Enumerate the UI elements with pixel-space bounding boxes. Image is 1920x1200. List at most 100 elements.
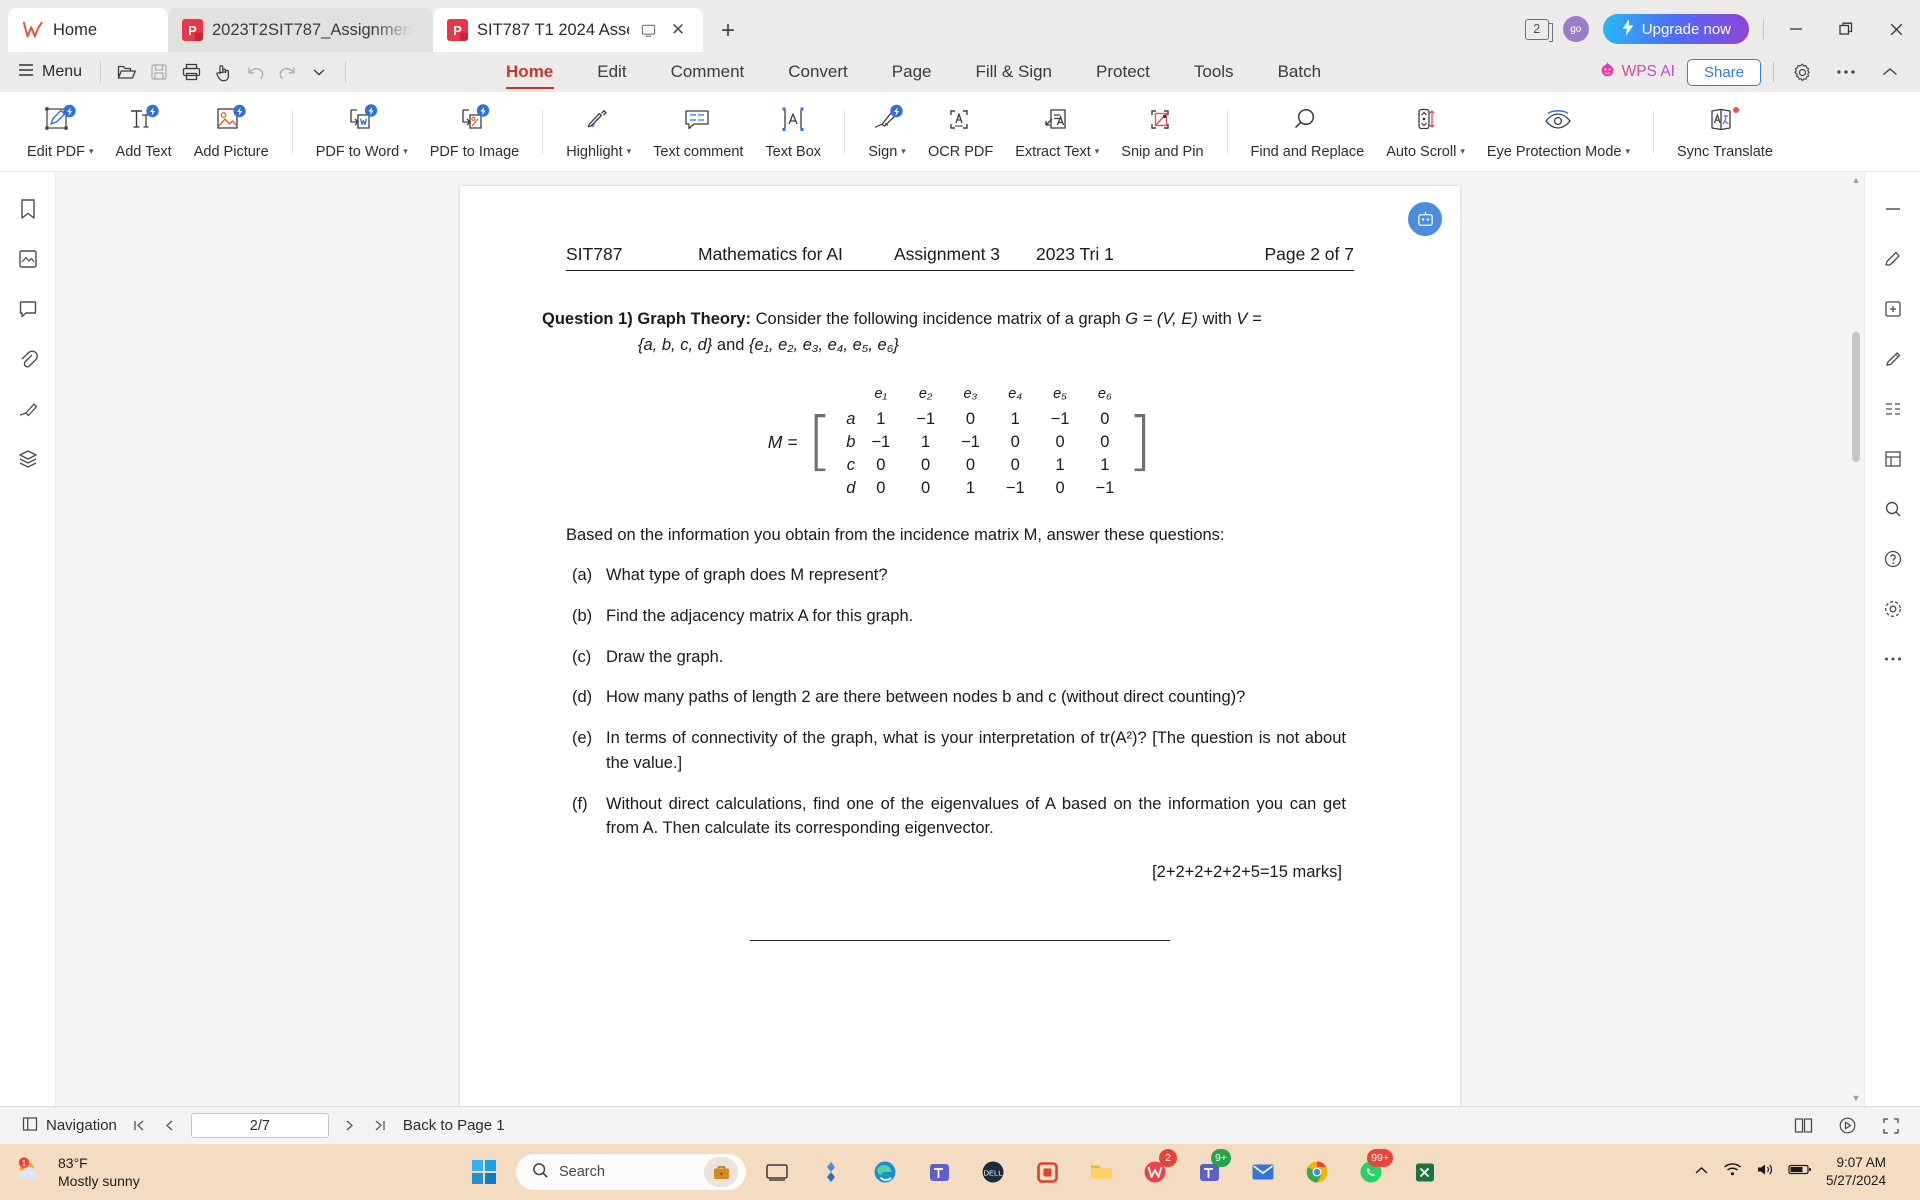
wps-ai-button[interactable]: WPS AI [1599, 61, 1675, 83]
last-page-icon[interactable] [365, 1113, 395, 1139]
chrome-icon[interactable] [1296, 1151, 1338, 1193]
edit-panel-icon[interactable] [1876, 244, 1910, 274]
explorer-icon[interactable] [1080, 1151, 1122, 1193]
excel-icon[interactable] [1404, 1151, 1446, 1193]
layers-icon[interactable] [11, 444, 45, 474]
close-icon[interactable]: ✕ [667, 19, 689, 41]
chevron-down-icon[interactable] [303, 57, 335, 87]
widgets-icon[interactable] [810, 1151, 852, 1193]
scroll-thumb[interactable] [1852, 332, 1860, 462]
upgrade-button[interactable]: Upgrade now [1602, 14, 1749, 44]
attachment-icon[interactable] [11, 344, 45, 374]
print-icon[interactable] [175, 57, 207, 87]
tab-batch[interactable]: Batch [1256, 52, 1343, 92]
office-icon[interactable] [1026, 1151, 1068, 1193]
minimize-button[interactable] [1778, 15, 1814, 43]
snip-and-pin-button[interactable]: Snip and Pin [1110, 96, 1214, 168]
avatar[interactable]: go [1562, 16, 1589, 42]
close-button[interactable] [1878, 15, 1914, 43]
gear-icon[interactable] [1786, 57, 1818, 87]
back-to-page-button[interactable]: Back to Page 1 [395, 1117, 513, 1134]
teams-icon[interactable] [918, 1151, 960, 1193]
dell-icon[interactable]: DELL [972, 1151, 1014, 1193]
chevron-up-icon[interactable] [1874, 57, 1906, 87]
find-and-replace-button[interactable]: Find and Replace [1240, 96, 1376, 168]
teams-chat-icon[interactable]: 9+ [1188, 1149, 1231, 1193]
new-tab-button[interactable]: + [711, 14, 745, 48]
help-panel-icon[interactable] [1876, 544, 1910, 574]
compare-panel-icon[interactable] [1876, 394, 1910, 424]
pdf-to-word-button[interactable]: PDF to Word ▾ [305, 96, 419, 168]
tab-page[interactable]: Page [870, 52, 954, 92]
save-icon[interactable] [143, 57, 175, 87]
restore-button[interactable] [1828, 15, 1864, 43]
ocr-pdf-button[interactable]: OCR PDF [917, 96, 1004, 168]
undo-icon[interactable] [239, 57, 271, 87]
battery-icon[interactable] [1788, 1163, 1812, 1181]
menu-button[interactable]: Menu [14, 63, 90, 82]
ai-assistant-badge[interactable] [1408, 202, 1442, 236]
export-panel-icon[interactable] [1876, 294, 1910, 324]
comment-icon[interactable] [11, 294, 45, 324]
mail-icon[interactable] [1242, 1151, 1284, 1193]
edge-browser-icon[interactable] [864, 1151, 906, 1193]
tab-tools[interactable]: Tools [1172, 52, 1256, 92]
sync-translate-button[interactable]: Sync Translate [1666, 96, 1784, 168]
tab-home[interactable]: Home [484, 52, 575, 92]
scroll-down-icon[interactable]: ▼ [1850, 1090, 1862, 1106]
briefcase-icon[interactable] [704, 1157, 738, 1187]
task-view-icon[interactable] [756, 1151, 798, 1193]
search-panel-icon[interactable] [1876, 494, 1910, 524]
wps-office-icon[interactable]: 2 [1134, 1149, 1177, 1193]
eye-protection-mode-button[interactable]: Eye Protection Mode ▾ [1476, 96, 1641, 168]
tab-assignment3-pdf[interactable]: P 2023T2SIT787_Assignment3_newv2.pdf [168, 8, 433, 52]
pdf-to-image-button[interactable]: PDF to Image [419, 96, 530, 168]
weather-widget[interactable]: 1 83°F Mostly sunny [14, 1154, 140, 1190]
auto-scroll-button[interactable]: Auto Scroll ▾ [1375, 96, 1476, 168]
fullscreen-icon[interactable] [1876, 1113, 1906, 1139]
scroll-up-icon[interactable]: ▲ [1850, 172, 1862, 188]
wifi-icon[interactable] [1723, 1162, 1742, 1182]
minimize-panel-icon[interactable] [1876, 194, 1910, 224]
tab-convert[interactable]: Convert [766, 52, 870, 92]
page-number-input[interactable]: 2/7 [190, 1113, 329, 1138]
windows-start-icon[interactable] [472, 1160, 496, 1184]
tab-restore-icon[interactable] [638, 20, 658, 40]
share-button[interactable]: Share [1686, 58, 1761, 86]
tab-home[interactable]: Home [8, 8, 168, 52]
text-box-button[interactable]: Text Box [754, 96, 832, 168]
thumbnail-icon[interactable] [11, 244, 45, 274]
hand-tool-icon[interactable] [207, 57, 239, 87]
clock[interactable]: 9:07 AM 5/27/2024 [1826, 1154, 1892, 1190]
tab-edit[interactable]: Edit [575, 52, 648, 92]
first-page-icon[interactable] [125, 1113, 155, 1139]
window-count-badge[interactable]: 2 [1524, 18, 1553, 42]
bookmark-icon[interactable] [11, 194, 45, 224]
document-viewport[interactable]: SIT787 Mathematics for AI Assignment 3 2… [56, 172, 1864, 1106]
add-text-button[interactable]: Add Text [105, 96, 183, 168]
edit-pdf-button[interactable]: Edit PDF ▾ [16, 96, 105, 168]
signature-icon[interactable] [11, 394, 45, 424]
extract-text-button[interactable]: Extract Text ▾ [1004, 96, 1110, 168]
ellipsis-icon[interactable] [1830, 57, 1862, 87]
form-panel-icon[interactable] [1876, 444, 1910, 474]
tab-sit787-assessment[interactable]: P SIT787 T1 2024 Assessment 3 ( ✕ [433, 8, 703, 52]
sign-button[interactable]: Sign ▾ [857, 96, 917, 168]
more-panel-icon[interactable] [1876, 644, 1910, 674]
whatsapp-icon[interactable]: 99+ [1350, 1149, 1393, 1193]
open-folder-icon[interactable] [111, 57, 143, 87]
settings-panel-icon[interactable] [1876, 594, 1910, 624]
navigation-button[interactable]: Navigation [14, 1116, 125, 1136]
redo-icon[interactable] [271, 57, 303, 87]
next-page-icon[interactable] [335, 1113, 365, 1139]
search-input[interactable]: Search [516, 1154, 746, 1190]
annotate-panel-icon[interactable] [1876, 344, 1910, 374]
tab-fill-and-sign[interactable]: Fill & Sign [953, 52, 1074, 92]
tab-comment[interactable]: Comment [649, 52, 767, 92]
volume-icon[interactable] [1756, 1162, 1774, 1182]
highlight-button[interactable]: Highlight ▾ [555, 96, 642, 168]
prev-page-icon[interactable] [155, 1113, 185, 1139]
page-layout-icon[interactable] [1788, 1113, 1818, 1139]
text-comment-button[interactable]: Text comment [642, 96, 754, 168]
presentation-icon[interactable] [1832, 1113, 1862, 1139]
